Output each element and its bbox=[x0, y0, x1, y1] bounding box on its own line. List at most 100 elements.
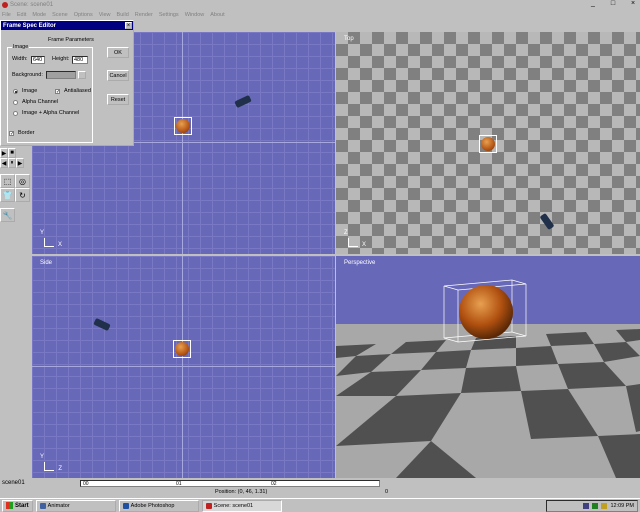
pause-icon[interactable]: ⏸ bbox=[8, 158, 16, 168]
clock[interactable]: 12:09 PM bbox=[610, 503, 634, 509]
frame-spec-dialog: Frame Spec Editor × Frame Parameters Ima… bbox=[0, 20, 134, 146]
grid bbox=[32, 256, 335, 478]
wrench-icon[interactable]: 🔧 bbox=[0, 208, 15, 222]
radio-alpha-channel[interactable] bbox=[13, 100, 18, 105]
move-tool-icon[interactable]: ⬚ bbox=[0, 174, 15, 188]
timeline-ruler[interactable]: 00 01 02 bbox=[80, 480, 380, 487]
axis-indicator: Y Z bbox=[40, 454, 62, 472]
perspective-scene bbox=[336, 279, 640, 478]
window-title: Scene: scene01 bbox=[10, 2, 54, 8]
cancel-button[interactable]: Cancel bbox=[107, 70, 129, 81]
menu-render[interactable]: Render bbox=[135, 12, 153, 18]
border-checkbox[interactable]: ✓ bbox=[9, 131, 14, 137]
image-group: Image Width: 640 Height: 480 Background:… bbox=[7, 44, 93, 143]
reset-button[interactable]: Reset bbox=[107, 94, 129, 105]
taskbar: Start Animator Adobe Photoshop Scene: sc… bbox=[0, 498, 640, 512]
radio-alpha-label: Alpha Channel bbox=[22, 99, 59, 105]
height-field[interactable]: 480 bbox=[72, 56, 88, 64]
shirt-icon[interactable]: 👕 bbox=[0, 188, 15, 202]
menu-scene[interactable]: Scene bbox=[52, 12, 68, 18]
scene-name: scene01 bbox=[2, 480, 25, 486]
axis-label-vertical: Y bbox=[40, 230, 45, 236]
sphere-icon bbox=[176, 119, 190, 133]
viewport-side[interactable]: Side Y Z bbox=[32, 256, 335, 478]
forward-icon[interactable]: ▶ bbox=[16, 158, 24, 168]
menu-edit[interactable]: Edit bbox=[17, 12, 26, 18]
tray-icon[interactable] bbox=[583, 503, 590, 509]
width-field[interactable]: 640 bbox=[31, 56, 45, 64]
sphere-object[interactable] bbox=[174, 117, 192, 135]
ruler-tick-label: 01 bbox=[176, 481, 182, 487]
sphere-icon bbox=[175, 342, 189, 356]
viewport-perspective[interactable]: Perspective bbox=[336, 256, 640, 478]
task-scene[interactable]: Scene: scene01 bbox=[201, 499, 282, 512]
border-label: Border bbox=[18, 130, 35, 136]
frame-number: 0 bbox=[385, 489, 389, 495]
menu-settings[interactable]: Settings bbox=[159, 12, 179, 18]
task-label: Animator bbox=[47, 502, 70, 509]
task-animator[interactable]: Animator bbox=[35, 499, 116, 512]
background-color-swatch[interactable] bbox=[46, 71, 76, 79]
axis-label-horizontal: X bbox=[57, 242, 62, 248]
axis-indicator: Z X bbox=[344, 230, 366, 248]
antialiased-label: Antialiased bbox=[64, 88, 91, 94]
axis-indicator: Y X bbox=[40, 230, 62, 248]
stop-icon[interactable]: ■ bbox=[8, 148, 16, 158]
tray-icon[interactable] bbox=[592, 503, 599, 509]
speaker-icon[interactable] bbox=[601, 503, 608, 509]
task-photoshop[interactable]: Adobe Photoshop bbox=[118, 499, 199, 512]
rewind-icon[interactable]: ◀ bbox=[0, 158, 8, 168]
position-readout: Position: (0, 46, 1.31) bbox=[215, 489, 268, 495]
menu-view[interactable]: View bbox=[99, 12, 111, 18]
scene-icon bbox=[205, 502, 212, 509]
menu-window[interactable]: Window bbox=[185, 12, 205, 18]
menu-build[interactable]: Build bbox=[117, 12, 129, 18]
axis-line-horizontal bbox=[32, 366, 335, 367]
radio-image-alpha-label: Image + Alpha Channel bbox=[22, 110, 80, 116]
antialiased-checkbox[interactable]: ✓ bbox=[55, 89, 60, 95]
menu-mode[interactable]: Mode bbox=[32, 12, 46, 18]
close-window-button[interactable]: × bbox=[628, 0, 638, 7]
axis-label-vertical: Y bbox=[40, 454, 45, 460]
status-bar: scene01 00 01 02 Position: (0, 46, 1.31)… bbox=[0, 478, 640, 498]
axis-line-vertical bbox=[182, 32, 183, 254]
frame-parameters-label: Frame Parameters bbox=[48, 37, 94, 43]
sphere-icon bbox=[481, 137, 495, 151]
viewport-label-top: Top bbox=[344, 36, 354, 42]
sphere-object[interactable] bbox=[479, 135, 497, 153]
camera-icon[interactable] bbox=[539, 212, 555, 231]
viewport-top[interactable]: Top Z X bbox=[336, 32, 640, 254]
play-icon[interactable]: ▶ bbox=[0, 148, 8, 158]
system-tray: 12:09 PM bbox=[546, 500, 638, 512]
background-picker-button[interactable] bbox=[78, 71, 86, 79]
window-titlebar: Scene: scene01 _ □ × bbox=[0, 0, 640, 10]
background-label: Background: bbox=[12, 72, 43, 78]
axis-label-horizontal: X bbox=[361, 242, 366, 248]
radio-image[interactable] bbox=[13, 89, 18, 94]
windows-logo-icon bbox=[6, 502, 13, 509]
menu-file[interactable]: File bbox=[2, 12, 11, 18]
image-group-title: Image bbox=[12, 44, 30, 50]
menu-options[interactable]: Options bbox=[74, 12, 93, 18]
start-button[interactable]: Start bbox=[2, 499, 33, 512]
rotate-tool-icon[interactable]: ◎ bbox=[15, 174, 30, 188]
refresh-icon[interactable]: ↻ bbox=[15, 188, 30, 202]
maximize-button[interactable]: □ bbox=[608, 0, 618, 7]
radio-image-alpha[interactable] bbox=[13, 111, 18, 116]
animator-icon bbox=[39, 502, 46, 509]
viewport-label-side: Side bbox=[40, 260, 53, 266]
ok-button[interactable]: OK bbox=[107, 47, 129, 58]
menu-bar: File Edit Mode Scene Options View Build … bbox=[0, 10, 640, 19]
ruler-tick-label: 02 bbox=[271, 481, 277, 487]
ruler-tick-label: 00 bbox=[83, 481, 89, 487]
photoshop-icon bbox=[122, 502, 129, 509]
axis-label-horizontal: Z bbox=[58, 466, 62, 472]
start-label: Start bbox=[15, 502, 29, 509]
sphere-object[interactable] bbox=[173, 340, 191, 358]
minimize-button[interactable]: _ bbox=[588, 0, 598, 7]
menu-about[interactable]: About bbox=[210, 12, 224, 18]
task-label: Adobe Photoshop bbox=[130, 502, 175, 509]
radio-image-label: Image bbox=[22, 88, 38, 94]
dialog-close-button[interactable]: × bbox=[125, 22, 132, 29]
dialog-title: Frame Spec Editor bbox=[1, 21, 133, 30]
